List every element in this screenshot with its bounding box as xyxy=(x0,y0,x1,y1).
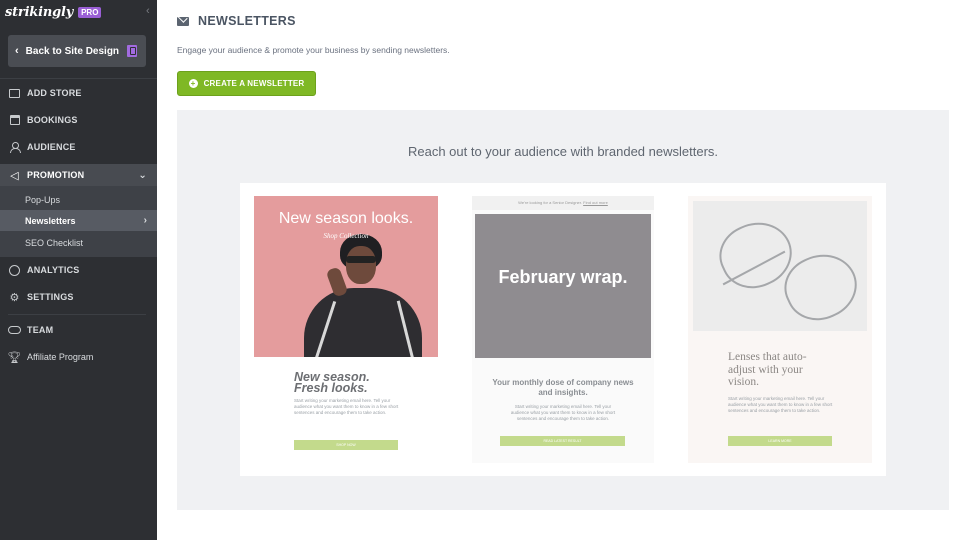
template-card-new-season[interactable]: New season looks. Shop Collection New se… xyxy=(254,196,438,463)
template-lead: New season. Fresh looks. xyxy=(294,370,370,395)
create-newsletter-button[interactable]: + CREATE A NEWSLETTER xyxy=(177,71,316,96)
back-button-label: Back to Site Design xyxy=(25,45,120,57)
analytics-icon xyxy=(8,264,21,277)
main-content: NEWSLETTERS Engage your audience & promo… xyxy=(157,0,964,540)
sidebar-item-label: AUDIENCE xyxy=(27,142,76,152)
audience-icon xyxy=(8,141,21,154)
template-card-lenses[interactable]: Lenses that auto-adjust with your vision… xyxy=(688,196,872,463)
template-body: Start writing your marketing email here.… xyxy=(294,398,399,415)
template-body: Start writing your marketing email here.… xyxy=(510,404,616,421)
divider xyxy=(0,78,157,79)
template-gallery: New season looks. Shop Collection New se… xyxy=(240,183,886,476)
sidebar-item-label: ANALYTICS xyxy=(27,265,80,275)
newsletter-empty-state-panel: Reach out to your audience with branded … xyxy=(177,110,949,510)
fashion-hero-image: New season looks. Shop Collection xyxy=(254,196,438,357)
gear-icon: ⚙ xyxy=(9,291,20,304)
template-cta-button: READ LATEST RESULT xyxy=(500,436,625,446)
back-to-site-design-button[interactable]: ‹ Back to Site Design xyxy=(8,35,146,67)
template-card-february-wrap[interactable]: We're looking for a Senior Designer. Fin… xyxy=(472,196,654,463)
chevron-left-icon: ‹ xyxy=(15,45,19,57)
sidebar-item-settings[interactable]: ⚙ SETTINGS xyxy=(0,286,157,308)
template-cta-button: SHOP NOW xyxy=(294,440,398,450)
sidebar-item-label: PROMOTION xyxy=(27,170,85,180)
store-icon xyxy=(8,87,21,100)
panel-title: Reach out to your audience with branded … xyxy=(407,144,719,159)
site-design-icon xyxy=(127,45,137,57)
sidebar-item-affiliate-program[interactable]: 🏆︎ Affiliate Program xyxy=(0,346,157,368)
sidebar-item-team[interactable]: TEAM xyxy=(0,319,157,341)
template-cta-button: LEARN MORE xyxy=(728,436,832,446)
calendar-icon xyxy=(8,114,21,127)
subitem-label: Pop-Ups xyxy=(25,194,61,205)
sidebar-item-label: Affiliate Program xyxy=(27,352,94,362)
template-tag: Shop Collection xyxy=(323,232,369,240)
sidebar-subitem-pop-ups[interactable]: Pop-Ups xyxy=(0,189,157,210)
page-subtitle: Engage your audience & promote your busi… xyxy=(177,45,450,55)
page-header: NEWSLETTERS xyxy=(177,14,296,28)
template-lead: Your monthly dose of company news and in… xyxy=(492,378,634,397)
template-lead: Lenses that auto-adjust with your vision… xyxy=(728,351,807,388)
brand[interactable]: strikingly PRO xyxy=(5,4,102,20)
trophy-icon: 🏆︎ xyxy=(7,351,22,364)
sidebar-item-add-store[interactable]: ADD STORE xyxy=(0,82,157,104)
sidebar-item-label: ADD STORE xyxy=(27,88,82,98)
subitem-label: Newsletters xyxy=(25,215,76,226)
sidebar-item-audience[interactable]: AUDIENCE xyxy=(0,136,157,158)
sidebar-item-analytics[interactable]: ANALYTICS xyxy=(0,259,157,281)
chevron-down-icon: ⌄ xyxy=(138,169,147,181)
megaphone-icon: ◁ xyxy=(10,169,19,182)
sidebar-subitem-seo-checklist[interactable]: SEO Checklist xyxy=(0,232,157,253)
sidebar-subitem-newsletters[interactable]: Newsletters › xyxy=(0,210,157,231)
eyeglasses-image xyxy=(693,201,867,331)
sidebar: strikingly PRO ‹ ‹ Back to Site Design A… xyxy=(0,0,157,540)
sidebar-item-bookings[interactable]: BOOKINGS xyxy=(0,109,157,131)
team-icon xyxy=(8,324,21,337)
strikingly-logo: strikingly xyxy=(5,4,74,20)
sidebar-item-promotion[interactable]: ◁ PROMOTION ⌄ xyxy=(0,164,157,186)
template-top-bar: We're looking for a Senior Designer. Fin… xyxy=(472,196,654,210)
chevron-right-icon: › xyxy=(143,215,147,226)
pro-badge: PRO xyxy=(78,6,102,18)
plus-circle-icon: + xyxy=(188,79,198,88)
template-hero-block: February wrap. xyxy=(475,214,651,358)
collapse-sidebar-icon[interactable]: ‹ xyxy=(146,5,150,17)
envelope-icon xyxy=(177,16,189,26)
template-headline: February wrap. xyxy=(498,267,628,287)
template-headline: New season looks. xyxy=(278,210,414,227)
subitem-label: SEO Checklist xyxy=(25,237,84,248)
template-body: Start writing your marketing email here.… xyxy=(728,396,833,413)
sidebar-item-label: TEAM xyxy=(27,325,54,335)
page-title: NEWSLETTERS xyxy=(198,14,296,28)
create-button-label: CREATE A NEWSLETTER xyxy=(203,79,305,88)
sidebar-item-label: BOOKINGS xyxy=(27,115,78,125)
divider xyxy=(8,314,146,315)
sidebar-item-label: SETTINGS xyxy=(27,292,74,302)
